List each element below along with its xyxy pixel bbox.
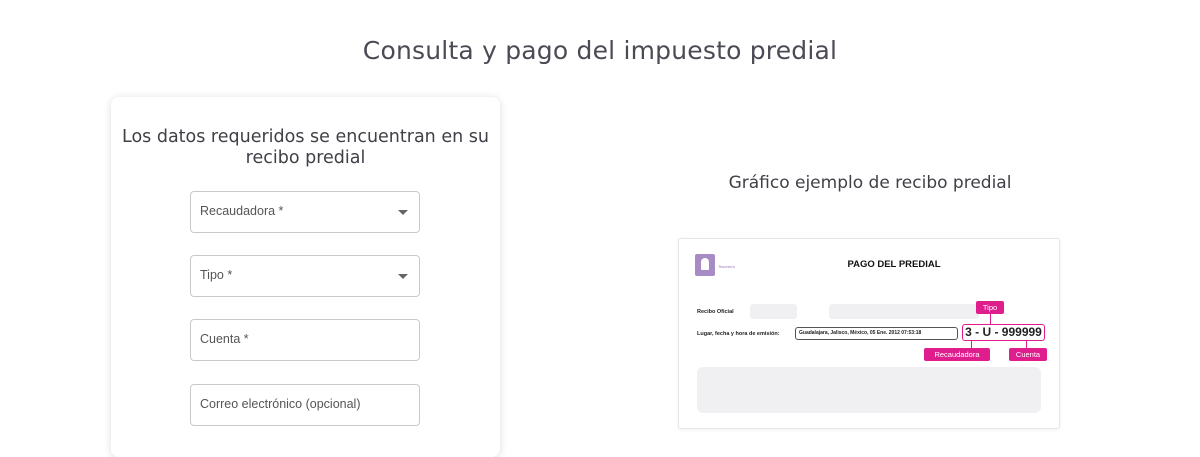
tipo-select[interactable]: Tipo * bbox=[190, 255, 420, 297]
email-input[interactable]: Correo electrónico (opcional) bbox=[190, 384, 420, 426]
account-code: 3 - U - 999999 bbox=[962, 324, 1045, 341]
tag-tipo: Tipo bbox=[976, 301, 1004, 314]
recaudadora-label: Recaudadora * bbox=[200, 204, 284, 218]
receipt-field-blank bbox=[829, 304, 979, 319]
receipt-details-block bbox=[697, 367, 1041, 413]
receipt-title: PAGO DEL PREDIAL bbox=[847, 259, 941, 270]
recibo-oficial-field bbox=[750, 304, 797, 319]
consulta-form-card: Los datos requeridos se encuentran en su… bbox=[111, 97, 500, 457]
cuenta-input[interactable]: Cuenta * bbox=[190, 319, 420, 361]
lugar-fecha-label: Lugar, fecha y hora de emisión: bbox=[697, 331, 780, 337]
cuenta-label: Cuenta * bbox=[200, 332, 249, 346]
form-heading: Los datos requeridos se encuentran en su… bbox=[122, 127, 489, 168]
tag-recaudadora: Recaudadora bbox=[924, 348, 990, 361]
receipt-example-image: Tesorería PAGO DEL PREDIAL Recibo Oficia… bbox=[678, 238, 1060, 429]
example-title: Gráfico ejemplo de recibo predial bbox=[728, 173, 1012, 193]
tag-cuenta: Cuenta bbox=[1009, 348, 1047, 361]
tipo-connector bbox=[990, 314, 991, 324]
tipo-label: Tipo * bbox=[200, 268, 233, 282]
chevron-down-icon bbox=[398, 274, 408, 279]
recaudadora-select[interactable]: Recaudadora * bbox=[190, 191, 420, 233]
chevron-down-icon bbox=[398, 210, 408, 215]
lugar-fecha-value: Guadalajara, Jalisco, México, 05 Ene. 20… bbox=[795, 327, 958, 340]
email-label: Correo electrónico (opcional) bbox=[200, 397, 361, 411]
page-title: Consulta y pago del impuesto predial bbox=[362, 36, 838, 65]
recibo-oficial-label: Recibo Oficial bbox=[697, 309, 734, 315]
